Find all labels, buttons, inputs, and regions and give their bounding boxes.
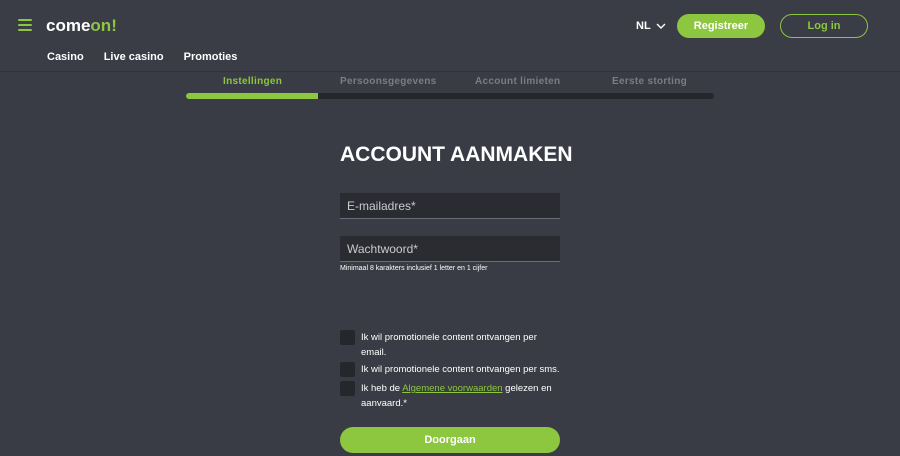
email-promo-checkbox[interactable] [340,330,355,345]
terms-prefix: Ik heb de [361,383,403,394]
login-button[interactable]: Log in [780,14,868,38]
header-divider [0,71,900,72]
chevron-down-icon [656,23,666,29]
main-nav: Casino Live casino Promoties [47,51,237,63]
step-account-limieten: Account limieten [475,76,561,87]
terms-link[interactable]: Algemene voorwaarden [402,383,502,394]
language-label: NL [636,20,651,32]
nav-live-casino[interactable]: Live casino [104,51,164,63]
step-eerste-storting: Eerste storting [612,76,688,87]
progress-fill [186,93,318,99]
page-title: ACCOUNT AANMAKEN [340,143,573,166]
email-field[interactable] [340,193,560,219]
logo-main-text: come [46,16,91,35]
register-button[interactable]: Registreer [677,14,765,38]
terms-label: Ik heb de Algemene voorwaarden gelezen e… [361,381,561,411]
step-instellingen: Instellingen [223,76,283,87]
step-persoonsgegevens: Persoonsgegevens [340,76,437,87]
continue-button[interactable]: Doorgaan [340,427,560,453]
logo-accent-text: on! [90,16,117,35]
password-input[interactable] [340,236,560,261]
checkbox-row-terms: Ik heb de Algemene voorwaarden gelezen e… [340,381,570,411]
nav-casino[interactable]: Casino [47,51,84,63]
checkbox-row-email: Ik wil promotionele content ontvangen pe… [340,330,570,360]
password-field[interactable] [340,236,560,262]
email-input[interactable] [340,193,560,218]
terms-checkbox[interactable] [340,381,355,396]
sms-promo-label: Ik wil promotionele content ontvangen pe… [361,364,560,375]
progress-bar [186,93,714,99]
nav-promoties[interactable]: Promoties [184,51,238,63]
checkbox-row-sms: Ik wil promotionele content ontvangen pe… [340,362,570,377]
comeon-logo[interactable]: comeon! [46,16,117,36]
sms-promo-checkbox[interactable] [340,362,355,377]
email-promo-label: Ik wil promotionele content ontvangen pe… [361,332,537,358]
menu-icon[interactable] [18,19,32,33]
language-selector[interactable]: NL [636,20,666,32]
password-hint: Minimaal 8 karakters inclusief 1 letter … [340,265,488,272]
signup-steps: Instellingen Persoonsgegevens Account li… [186,76,714,87]
top-header: comeon! Casino Live casino Promoties NL … [0,0,900,72]
